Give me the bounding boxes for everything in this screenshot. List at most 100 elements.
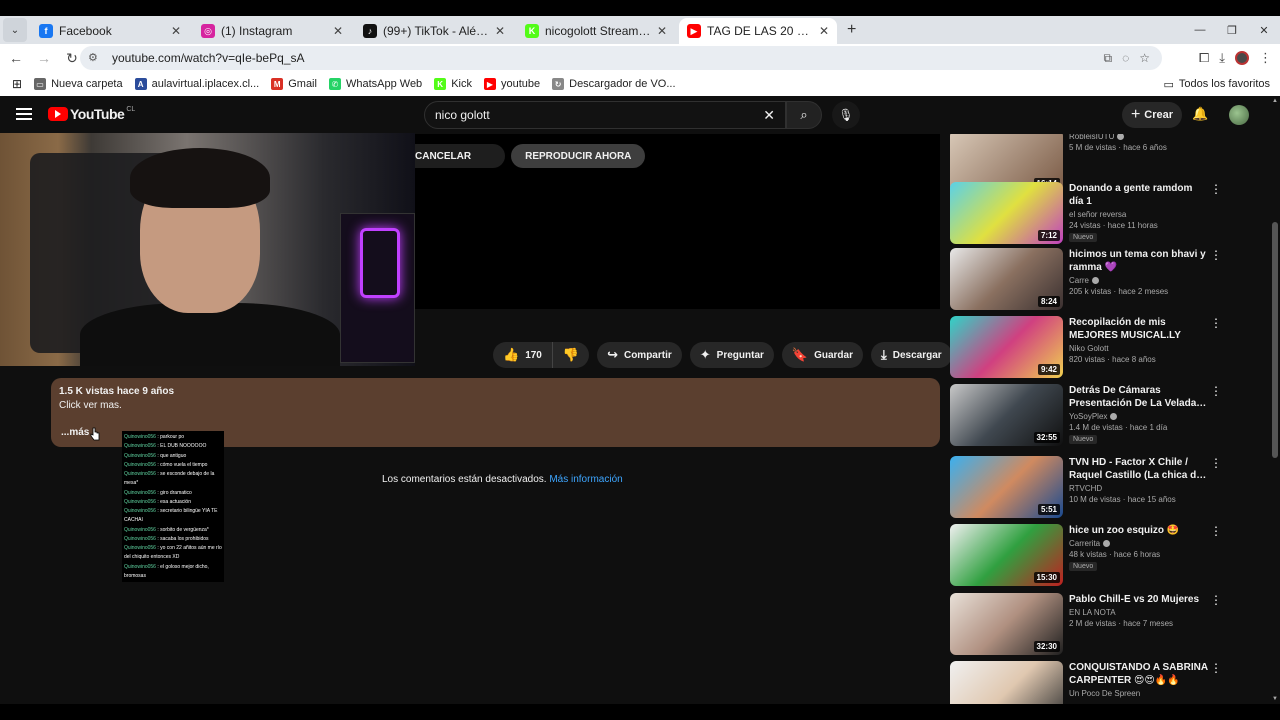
video-menu-icon[interactable]: ⋮	[1210, 248, 1222, 262]
channel-name[interactable]: RTVCHD	[1069, 484, 1209, 493]
eye-off-icon[interactable]: ◌	[1122, 51, 1129, 65]
dislike-button[interactable]: 👎	[553, 342, 589, 368]
related-video-item[interactable]: CONQUISTANDO A SABRINA CARPENTER 😍😍🔥🔥 Un …	[950, 661, 1230, 704]
search-button[interactable]: ⌕	[786, 101, 822, 129]
browser-tab[interactable]: ▶ TAG DE LAS 20 CANCIONES - Y ✕	[679, 18, 837, 44]
address-bar[interactable]: ⚙ youtube.com/watch?v=qIe-bePq_sA ⧉ ◌ ☆	[80, 46, 1162, 70]
bookmark-item[interactable]: ↻ Descargador de VO...	[552, 78, 676, 90]
video-menu-icon[interactable]: ⋮	[1210, 661, 1222, 675]
share-button[interactable]: ↪ Compartir	[597, 342, 682, 368]
video-title[interactable]: hice un zoo esquizo 🤩	[1069, 524, 1209, 537]
scroll-up-icon[interactable]: ▲	[1272, 98, 1278, 104]
bookmark-item[interactable]: Aaulavirtual.iplacex.cl...	[134, 78, 259, 90]
close-tab-icon[interactable]: ✕	[819, 24, 829, 38]
related-video-item[interactable]: 32:55 Detrás De Cámaras Presentación De L…	[950, 384, 1230, 448]
related-video-item[interactable]: 5:51 TVN HD - Factor X Chile / Raquel Cas…	[950, 456, 1230, 520]
video-title[interactable]: Recopilación de mis MEJORES MUSICAL.LY	[1069, 316, 1209, 342]
maximize-icon[interactable]: ❐	[1216, 16, 1248, 44]
bookmark-item[interactable]: ▭ Nueva carpeta	[34, 78, 123, 90]
download-button[interactable]: ⤓ Descargar	[871, 342, 952, 368]
bookmark-label: Descargador de VO...	[569, 78, 676, 90]
back-button[interactable]: ←	[4, 46, 28, 70]
like-button[interactable]: 👍 170	[493, 342, 553, 368]
channel-name[interactable]: Carrerita	[1069, 539, 1209, 548]
all-bookmarks[interactable]: ▭ Todos los favoritos	[1163, 78, 1270, 91]
bookmark-item[interactable]: ▶ youtube	[483, 78, 540, 90]
video-thumbnail[interactable]: 32:30	[950, 593, 1063, 655]
close-tab-icon[interactable]: ✕	[171, 24, 181, 38]
bookmark-star-icon[interactable]: ☆	[1139, 51, 1150, 65]
create-button[interactable]: + Crear	[1122, 102, 1182, 128]
bookmark-item[interactable]: M Gmail	[271, 78, 317, 90]
video-title[interactable]: TVN HD - Factor X Chile / Raquel Castill…	[1069, 456, 1209, 482]
video-menu-icon[interactable]: ⋮	[1210, 384, 1222, 398]
channel-name[interactable]: Un Poco De Spreen	[1069, 689, 1209, 698]
scroll-down-icon[interactable]: ▼	[1272, 696, 1278, 702]
video-thumbnail[interactable]: 7:12	[950, 182, 1063, 244]
ask-button[interactable]: ✦ Preguntar	[689, 342, 774, 368]
video-menu-icon[interactable]: ⋮	[1210, 316, 1222, 330]
video-thumbnail[interactable]: 15:30	[950, 524, 1063, 586]
channel-name[interactable]: Niko Golott	[1069, 344, 1209, 353]
voice-search-button[interactable]: 🎙	[832, 101, 860, 129]
video-menu-icon[interactable]: ⋮	[1210, 524, 1222, 538]
video-thumbnail[interactable]: 8:24	[950, 248, 1063, 310]
browser-tab[interactable]: Knicogolott Stream - Watch Live ✕	[517, 18, 675, 44]
more-info-link[interactable]: Más información	[549, 474, 622, 485]
channel-name[interactable]: YoSoyPlex	[1069, 412, 1209, 421]
video-thumbnail[interactable]: 32:55	[950, 384, 1063, 446]
forward-button[interactable]: →	[32, 46, 56, 70]
related-video-item[interactable]: 15:30 hice un zoo esquizo 🤩 Carrerita 48 k …	[950, 524, 1230, 588]
save-button[interactable]: 🔖 Guardar	[781, 342, 863, 368]
related-video-item[interactable]: 9:42 Recopilación de mis MEJORES MUSICAL.…	[950, 316, 1230, 380]
related-video-item[interactable]: 8:24 hicimos un tema con bhavi y ramma 💜 C…	[950, 248, 1230, 312]
browser-tab[interactable]: f Facebook ✕	[31, 18, 189, 44]
related-video-item[interactable]: 32:30 Pablo Chill-E vs 20 Mujeres EN LA NO…	[950, 593, 1230, 657]
browser-tab[interactable]: ♪ (99+) TikTok - Alégrate el día ✕	[355, 18, 513, 44]
extensions-icon[interactable]: ⧠	[1199, 50, 1209, 66]
browser-menu-icon[interactable]: ⋮	[1259, 50, 1272, 66]
close-tab-icon[interactable]: ✕	[333, 24, 343, 38]
tab-search-button[interactable]: ⌄	[3, 18, 27, 42]
minimize-icon[interactable]: —	[1184, 16, 1216, 44]
play-now-button[interactable]: REPRODUCIR AHORA	[511, 144, 646, 168]
new-tab-button[interactable]: +	[847, 21, 856, 39]
video-title[interactable]: hicimos un tema con bhavi y ramma 💜	[1069, 248, 1209, 274]
channel-name[interactable]: Carre	[1069, 276, 1209, 285]
video-thumbnail[interactable]: 5:51	[950, 456, 1063, 518]
youtube-logo[interactable]: YouTube CL	[48, 106, 135, 122]
video-title[interactable]: Detrás De Cámaras Presentación De La Vel…	[1069, 384, 1209, 410]
video-title[interactable]: CONQUISTANDO A SABRINA CARPENTER 😍😍🔥🔥	[1069, 661, 1209, 687]
bookmark-item[interactable]: ✆ WhatsApp Web	[328, 78, 422, 90]
browser-tab[interactable]: ◎ (1) Instagram ✕	[193, 18, 351, 44]
clear-search-icon[interactable]: ✕	[763, 107, 775, 124]
close-window-icon[interactable]: ✕	[1248, 16, 1280, 44]
video-menu-icon[interactable]: ⋮	[1210, 456, 1222, 470]
close-tab-icon[interactable]: ✕	[657, 24, 667, 38]
video-title[interactable]: Donando a gente ramdom día 1	[1069, 182, 1209, 208]
close-tab-icon[interactable]: ✕	[495, 24, 505, 38]
related-video-item[interactable]: 7:12 Donando a gente ramdom día 1 el señor…	[950, 182, 1230, 246]
video-thumbnail[interactable]	[950, 661, 1063, 704]
scrollbar-thumb[interactable]	[1272, 222, 1278, 458]
notifications-bell-icon[interactable]: 🔔	[1192, 106, 1208, 122]
bookmark-item[interactable]: K Kick	[434, 78, 472, 90]
video-thumbnail[interactable]: 9:42	[950, 316, 1063, 378]
video-menu-icon[interactable]: ⋮	[1210, 593, 1222, 607]
apps-grid-icon[interactable]: ⊞	[12, 77, 22, 91]
channel-name[interactable]: el señor reversa	[1069, 210, 1209, 219]
search-input[interactable]: nico golott ✕	[424, 101, 786, 129]
channel-name[interactable]: EN LA NOTA	[1069, 608, 1209, 617]
account-avatar[interactable]	[1229, 105, 1249, 125]
site-info-icon[interactable]: ⚙	[88, 51, 102, 65]
show-more-link[interactable]: ...más	[61, 427, 89, 438]
downloads-icon[interactable]: ⤓	[1219, 50, 1225, 66]
channel-name[interactable]: RobleisIUTU	[1069, 134, 1209, 141]
profile-avatar[interactable]	[1235, 51, 1249, 65]
page-scrollbar[interactable]: ▲ ▼	[1270, 96, 1280, 704]
video-title[interactable]: Pablo Chill-E vs 20 Mujeres	[1069, 593, 1209, 606]
install-app-icon[interactable]: ⧉	[1104, 51, 1113, 66]
cancel-autoplay-button[interactable]: CANCELAR	[415, 144, 506, 168]
hamburger-menu-icon[interactable]	[16, 108, 32, 120]
video-menu-icon[interactable]: ⋮	[1210, 182, 1222, 196]
